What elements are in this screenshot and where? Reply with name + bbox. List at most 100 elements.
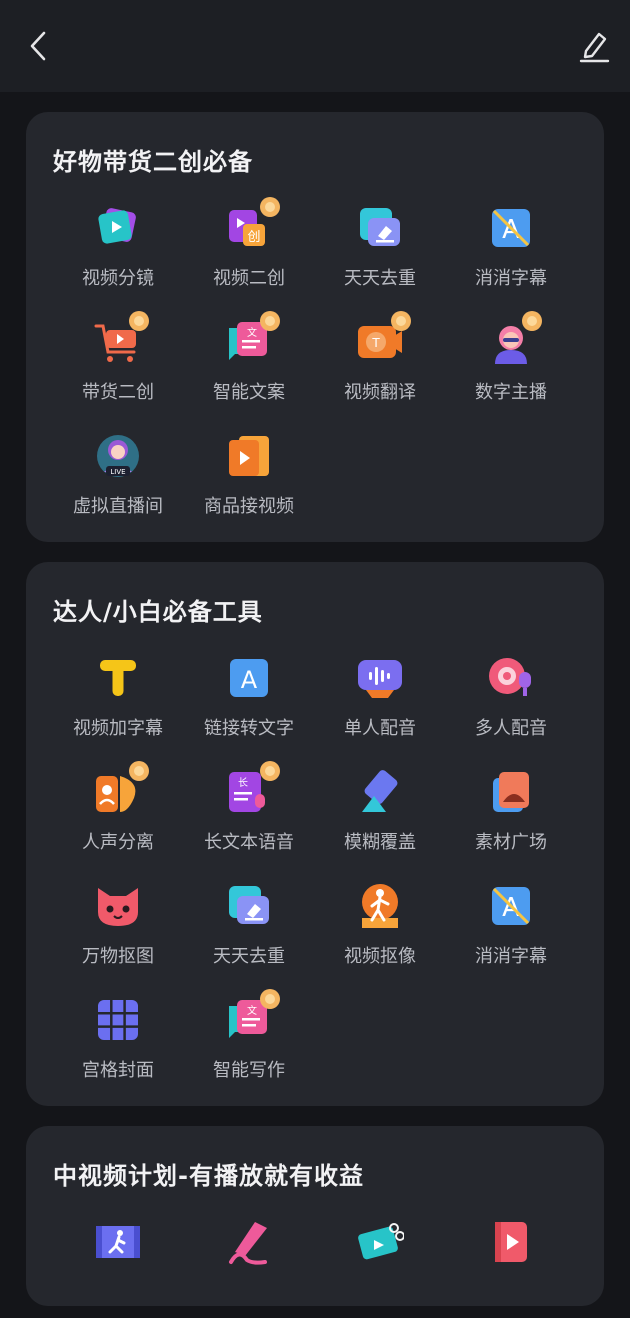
pen-brush-icon xyxy=(225,1218,273,1266)
crown-badge-icon xyxy=(522,311,542,331)
long-text-speech-icon: 长 xyxy=(225,761,280,816)
section-card-commerce: 好物带货二创必备 视频分镜 创 视频二创 天天去重 A 消消字幕 带货二创 xyxy=(26,112,604,542)
multi-voiceover-icon xyxy=(487,654,535,702)
tool-label: 多人配音 xyxy=(475,718,547,739)
tool-label: 万物抠图 xyxy=(82,946,154,967)
dedupe-icon xyxy=(356,204,404,252)
tool-label: 智能写作 xyxy=(213,1060,285,1081)
tool-material-square[interactable]: 素材广场 xyxy=(445,768,577,868)
tool-smart-writing[interactable]: 文 智能写作 xyxy=(183,989,315,1096)
top-bar xyxy=(0,0,630,92)
tool-vocal-separation[interactable]: 人声分离 xyxy=(52,761,184,868)
tool-link-to-text[interactable]: A 链接转文字 xyxy=(183,654,315,754)
shopping-cart-remix-icon xyxy=(94,311,149,366)
crown-badge-icon xyxy=(391,311,411,331)
crown-badge-icon xyxy=(260,989,280,1009)
tool-label: 模糊覆盖 xyxy=(344,832,416,853)
tool-dedupe-2[interactable]: 天天去重 xyxy=(183,882,315,982)
tool-label: 商品接视频 xyxy=(204,496,294,517)
tool-label: 人声分离 xyxy=(82,832,154,853)
crown-badge-icon xyxy=(260,311,280,331)
svg-text:长: 长 xyxy=(238,777,248,789)
video-translate-icon: T xyxy=(356,311,411,366)
tool-pen-brush[interactable] xyxy=(183,1218,315,1318)
smart-writing-icon: 文 xyxy=(225,989,280,1044)
dedupe-icon xyxy=(225,882,273,930)
svg-text:A: A xyxy=(241,666,258,694)
product-video-icon xyxy=(225,432,273,480)
tool-label: 视频分镜 xyxy=(82,268,154,289)
video-storyboard-icon xyxy=(94,204,142,252)
section-title: 达人/小白必备工具 xyxy=(53,598,263,626)
material-square-icon xyxy=(487,768,535,816)
cutout-cat-icon xyxy=(94,882,142,930)
tool-video-remix[interactable]: 创 视频二创 xyxy=(183,197,315,304)
tool-smart-copywriting[interactable]: 文 智能文案 xyxy=(183,311,315,418)
section-card-creator-tools: 达人/小白必备工具 视频加字幕 A 链接转文字 单人配音 多人配音 人声分离 长… xyxy=(26,562,604,1106)
tool-label: 数字主播 xyxy=(475,382,547,403)
smart-copywriting-icon: 文 xyxy=(225,311,280,366)
tool-label: 带货二创 xyxy=(82,382,154,403)
tool-label: 虚拟直播间 xyxy=(73,496,163,517)
tool-cutout[interactable]: 万物抠图 xyxy=(52,882,184,982)
tool-label: 长文本语音 xyxy=(204,832,294,853)
crown-badge-icon xyxy=(260,197,280,217)
tool-play-book[interactable] xyxy=(445,1218,577,1318)
section-card-mid-video-plan: 中视频计划-有播放就有收益 xyxy=(26,1126,604,1306)
tool-dedupe[interactable]: 天天去重 xyxy=(314,204,446,304)
tool-digital-anchor[interactable]: 数字主播 xyxy=(445,311,577,418)
tool-grid-cover[interactable]: 宫格封面 xyxy=(52,996,184,1096)
chevron-left-icon xyxy=(30,31,46,61)
crown-badge-icon xyxy=(260,761,280,781)
tool-multi-voiceover[interactable]: 多人配音 xyxy=(445,654,577,754)
running-video-icon xyxy=(94,1218,142,1266)
tool-long-text-speech[interactable]: 长 长文本语音 xyxy=(183,761,315,868)
tool-label: 视频翻译 xyxy=(344,382,416,403)
video-matting-icon xyxy=(356,882,404,930)
tool-single-voiceover[interactable]: 单人配音 xyxy=(314,654,446,754)
tool-label: 天天去重 xyxy=(213,946,285,967)
tool-label: 视频加字幕 xyxy=(73,718,163,739)
vocal-separation-icon xyxy=(94,761,149,816)
tool-label: 消消字幕 xyxy=(475,268,547,289)
svg-text:创: 创 xyxy=(247,230,260,245)
tool-label: 视频抠像 xyxy=(344,946,416,967)
edit-button[interactable] xyxy=(572,24,616,68)
tool-video-storyboard[interactable]: 视频分镜 xyxy=(52,204,184,304)
tool-running-video[interactable] xyxy=(52,1218,184,1318)
virtual-live-room-icon: LIVE xyxy=(94,432,142,480)
tool-add-subtitle[interactable]: 视频加字幕 xyxy=(52,654,184,754)
edit-pencil-icon xyxy=(579,32,610,63)
tool-video-matting[interactable]: 视频抠像 xyxy=(314,882,446,982)
tool-product-video[interactable]: 商品接视频 xyxy=(183,432,315,532)
tool-label: 天天去重 xyxy=(344,268,416,289)
svg-text:LIVE: LIVE xyxy=(110,468,125,476)
digital-anchor-icon xyxy=(487,311,542,366)
tool-label: 消消字幕 xyxy=(475,946,547,967)
blur-cover-icon xyxy=(356,768,404,816)
tool-ticket-clip[interactable] xyxy=(314,1218,446,1318)
section-title: 中视频计划-有播放就有收益 xyxy=(53,1162,364,1190)
remove-subtitle-icon: A xyxy=(487,204,535,252)
video-remix-icon: 创 xyxy=(225,197,280,252)
tool-blur-cover[interactable]: 模糊覆盖 xyxy=(314,768,446,868)
tool-label: 素材广场 xyxy=(475,832,547,853)
tool-remove-subtitle[interactable]: A 消消字幕 xyxy=(445,204,577,304)
svg-text:T: T xyxy=(371,336,380,350)
remove-subtitle-icon: A xyxy=(487,882,535,930)
crown-badge-icon xyxy=(129,311,149,331)
tool-label: 宫格封面 xyxy=(82,1060,154,1081)
play-book-icon xyxy=(487,1218,535,1266)
section-title: 好物带货二创必备 xyxy=(53,148,253,176)
tool-virtual-live-room[interactable]: LIVE 虚拟直播间 xyxy=(52,432,184,532)
tool-video-translate[interactable]: T 视频翻译 xyxy=(314,311,446,418)
crown-badge-icon xyxy=(129,761,149,781)
tool-remove-subtitle-2[interactable]: A 消消字幕 xyxy=(445,882,577,982)
svg-text:文: 文 xyxy=(247,326,257,339)
grid-cover-icon xyxy=(94,996,142,1044)
single-voiceover-icon xyxy=(356,654,404,702)
tool-label: 智能文案 xyxy=(213,382,285,403)
tool-label: 单人配音 xyxy=(344,718,416,739)
back-button[interactable] xyxy=(18,24,58,68)
tool-shopping-remix[interactable]: 带货二创 xyxy=(52,311,184,418)
